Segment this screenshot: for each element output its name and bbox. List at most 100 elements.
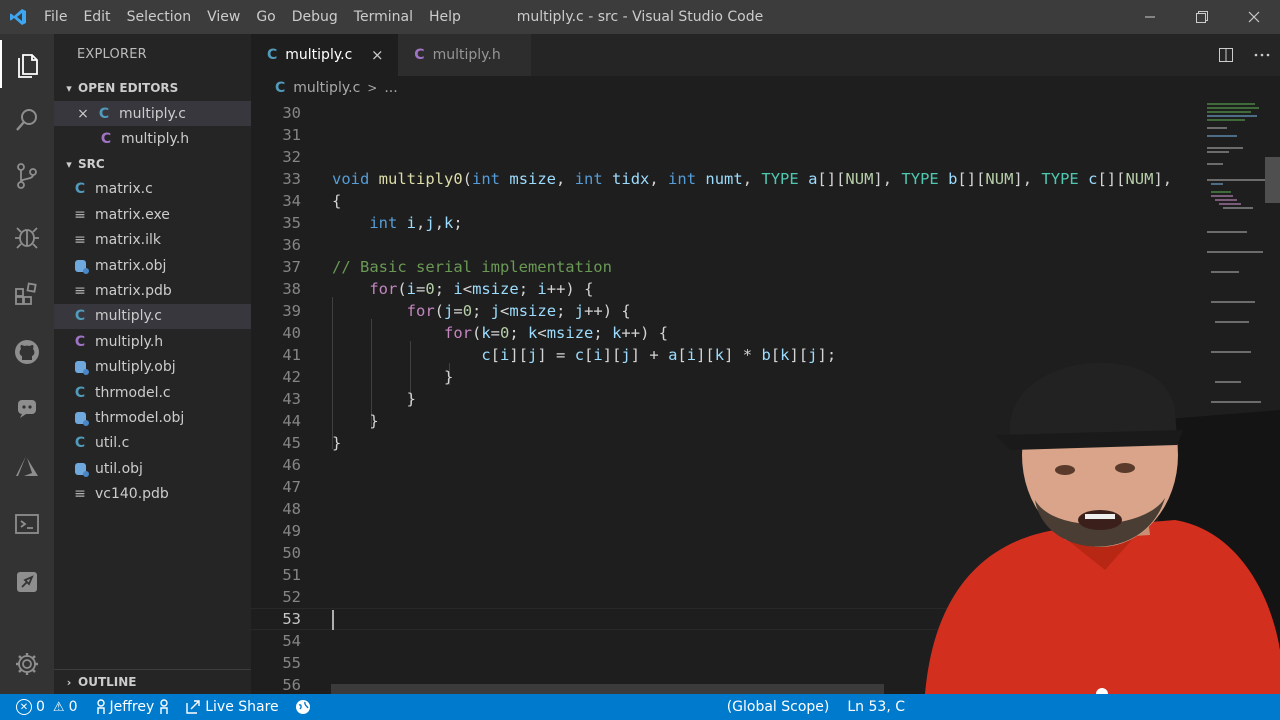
source-control-icon[interactable] (0, 152, 54, 200)
webcam-overlay (915, 330, 1280, 694)
minimap-line (1207, 115, 1257, 117)
azure-icon[interactable] (0, 442, 54, 490)
discord-icon[interactable] (0, 384, 54, 432)
menu-help[interactable]: Help (421, 0, 469, 34)
close-tab-icon[interactable]: × (370, 46, 384, 64)
file-item[interactable]: C thrmodel.c (54, 380, 251, 405)
code-text: } (332, 434, 342, 452)
live-share-button[interactable]: Live Share (179, 694, 284, 720)
file-label: matrix.pdb (95, 283, 172, 300)
explorer-icon[interactable] (0, 40, 54, 88)
restore-button[interactable] (1176, 0, 1228, 34)
close-window-button[interactable] (1228, 0, 1280, 34)
file-item[interactable]: C multiply.h (54, 329, 251, 354)
line-number: 50 (282, 544, 301, 562)
debug-icon[interactable] (0, 212, 54, 260)
menu-view[interactable]: View (199, 0, 248, 34)
close-icon[interactable]: × (74, 106, 92, 122)
scope-status[interactable]: (Global Scope) (721, 694, 842, 720)
open-editor-multiply-h[interactable]: C multiply.h (54, 126, 251, 151)
src-folder-header[interactable]: ▾ SRC (54, 152, 251, 177)
minimap-line (1215, 199, 1237, 201)
editor-actions (1208, 34, 1280, 76)
vertical-scrollbar[interactable] (1265, 157, 1280, 203)
file-label: thrmodel.c (95, 384, 171, 401)
binary-file-icon: ≡ (74, 206, 86, 223)
menu-terminal[interactable]: Terminal (346, 0, 421, 34)
file-item[interactable]: ≡ matrix.exe (54, 202, 251, 227)
menu-bar: File Edit Selection View Go Debug Termin… (36, 0, 469, 34)
breadcrumb-file[interactable]: multiply.c (293, 80, 360, 96)
problems-status[interactable]: ✕ 0 ⚠ 0 (0, 694, 84, 720)
c-file-icon: C (267, 47, 278, 63)
code-text: void multiply0(int msize, int tidx, int … (332, 170, 1173, 188)
outline-header[interactable]: › OUTLINE (54, 669, 251, 694)
presenter-image (925, 362, 1280, 694)
minimap-line (1207, 151, 1229, 153)
error-icon: ✕ (16, 699, 32, 715)
tab-multiply-h[interactable]: C multiply.h (398, 34, 531, 76)
breadcrumb-more[interactable]: ... (384, 80, 397, 96)
file-label: matrix.obj (95, 257, 167, 274)
object-file-icon (75, 259, 89, 274)
code-text: } (443, 368, 454, 386)
more-actions-button[interactable] (1244, 34, 1280, 76)
file-item-selected[interactable]: C multiply.c (54, 303, 251, 330)
remote-icon[interactable] (0, 558, 54, 606)
terminal-icon[interactable] (0, 500, 54, 548)
minimize-button[interactable] (1124, 0, 1176, 34)
line-number: 56 (282, 676, 301, 694)
split-editor-button[interactable] (1208, 34, 1244, 76)
open-editor-multiply-c[interactable]: × C multiply.c (54, 101, 251, 127)
file-label: vc140.pdb (95, 486, 169, 503)
search-icon[interactable] (0, 96, 54, 144)
menu-debug[interactable]: Debug (284, 0, 346, 34)
file-label: thrmodel.obj (95, 409, 185, 426)
live-share-user[interactable]: Jeffrey (90, 694, 176, 720)
file-item[interactable]: C matrix.c (54, 177, 251, 202)
chevron-down-icon: ▾ (66, 157, 72, 171)
line-number: 33 (282, 170, 301, 188)
explorer-sidebar: EXPLORER ▾ OPEN EDITORS × C multiply.c C… (54, 34, 251, 694)
code-line: 33 void multiply0(int msize, int tidx, in… (251, 169, 1203, 191)
code-line: 34 { (251, 191, 1203, 213)
github-icon[interactable] (0, 328, 54, 376)
settings-gear-icon[interactable] (0, 640, 54, 688)
line-number: 37 (282, 258, 301, 276)
extensions-icon[interactable] (0, 270, 54, 318)
warning-count: 0 (68, 699, 78, 715)
live-share-label: Live Share (205, 699, 279, 715)
minimap-line (1211, 271, 1239, 273)
binary-file-icon: ≡ (74, 486, 86, 503)
outline-label: OUTLINE (78, 674, 137, 689)
minimap-line (1211, 301, 1255, 303)
code-line: 38 for(i=0; i<msize; i++) { (251, 279, 1203, 301)
menu-file[interactable]: File (36, 0, 75, 34)
c-file-icon: C (275, 80, 286, 96)
menu-edit[interactable]: Edit (75, 0, 118, 34)
restore-icon (1196, 11, 1208, 23)
file-item[interactable]: C util.c (54, 431, 251, 456)
file-item[interactable]: multiply.obj (54, 355, 251, 380)
line-number: 55 (282, 654, 301, 672)
menu-selection[interactable]: Selection (119, 0, 200, 34)
menu-go[interactable]: Go (248, 0, 283, 34)
file-item[interactable]: ≡ matrix.ilk (54, 228, 251, 253)
minimize-icon (1145, 16, 1155, 18)
open-editors-header[interactable]: ▾ OPEN EDITORS (54, 76, 251, 101)
horizontal-scrollbar[interactable] (331, 684, 884, 694)
file-item[interactable]: matrix.obj (54, 253, 251, 278)
code-text: for(k=0; k<msize; k++) { (443, 324, 669, 342)
file-item[interactable]: thrmodel.obj (54, 405, 251, 430)
code-line: 32 (251, 147, 1203, 169)
file-item[interactable]: util.obj (54, 456, 251, 481)
chevron-right-icon: › (66, 675, 72, 689)
tab-multiply-c[interactable]: C multiply.c × (251, 34, 399, 76)
line-number: 48 (282, 500, 301, 518)
window-controls (1124, 0, 1280, 34)
file-item[interactable]: ≡ matrix.pdb (54, 278, 251, 303)
globe-icon (295, 700, 310, 714)
cursor-position-status[interactable]: Ln 53, C (841, 694, 1280, 720)
globe-button[interactable] (289, 694, 317, 720)
file-item[interactable]: ≡ vc140.pdb (54, 481, 251, 506)
